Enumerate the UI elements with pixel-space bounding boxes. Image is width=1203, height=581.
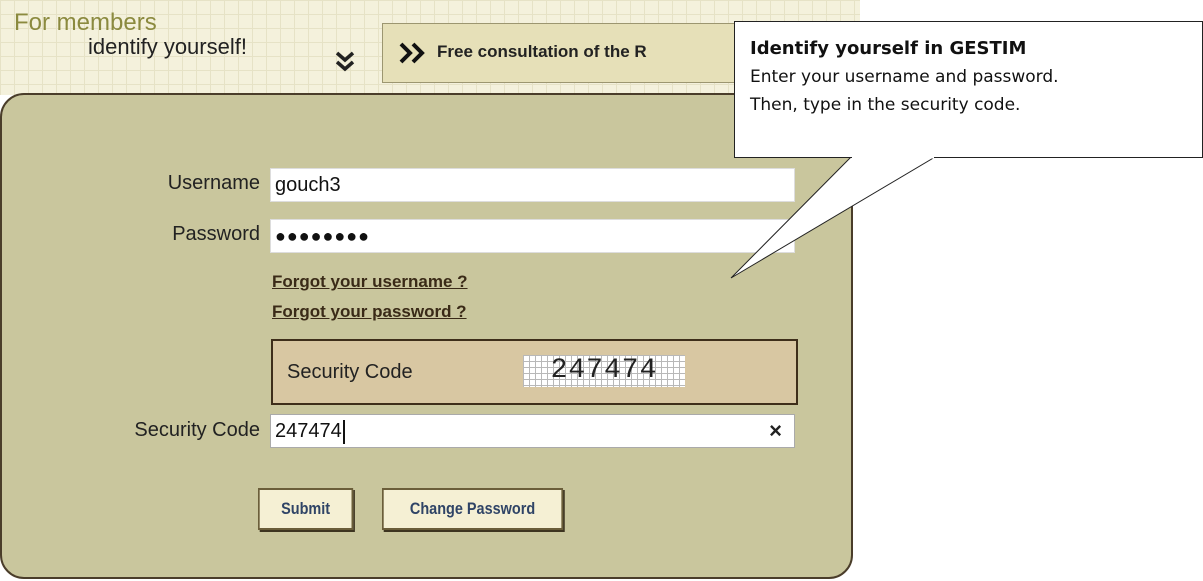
members-subtitle: identify yourself! [88,34,247,59]
gestim-login-screen: For members identify yourself! Free cons… [0,0,1203,581]
username-input[interactable]: gouch3 [270,168,795,202]
password-input[interactable]: ●●●●●●●● [270,219,795,253]
security-code-value: 247474 [275,420,342,442]
forgot-username-link[interactable]: Forgot your username ? [272,272,468,292]
security-code-box-label: Security Code [287,361,413,383]
password-label: Password [172,223,260,245]
submit-button[interactable]: Submit [258,488,354,530]
captcha-image: 247474 [523,355,685,387]
username-value: gouch3 [275,174,341,196]
members-header: For members identify yourself! Free cons… [0,0,860,95]
text-caret [342,419,345,444]
security-code-label: Security Code [134,419,260,441]
callout-title: Identify yourself in GESTIM [750,38,1027,59]
security-code-input[interactable]: 247474 × [270,414,795,448]
clear-icon[interactable]: × [769,415,782,447]
username-label: Username [167,172,260,194]
double-chevron-down-icon [335,51,355,72]
password-value: ●●●●●●●● [275,226,370,246]
members-title: For members [14,9,157,36]
free-consultation-label: Free consultation of the R [437,42,647,61]
change-password-button[interactable]: Change Password [382,488,564,530]
security-code-box: Security Code 247474 [271,339,798,405]
forgot-password-link[interactable]: Forgot your password ? [272,302,467,322]
callout-line-2: Then, type in the security code. [750,95,1021,115]
help-callout: Identify yourself in GESTIM Enter your u… [734,21,1203,158]
double-chevron-right-icon [399,42,425,64]
callout-line-1: Enter your username and password. [750,67,1059,87]
